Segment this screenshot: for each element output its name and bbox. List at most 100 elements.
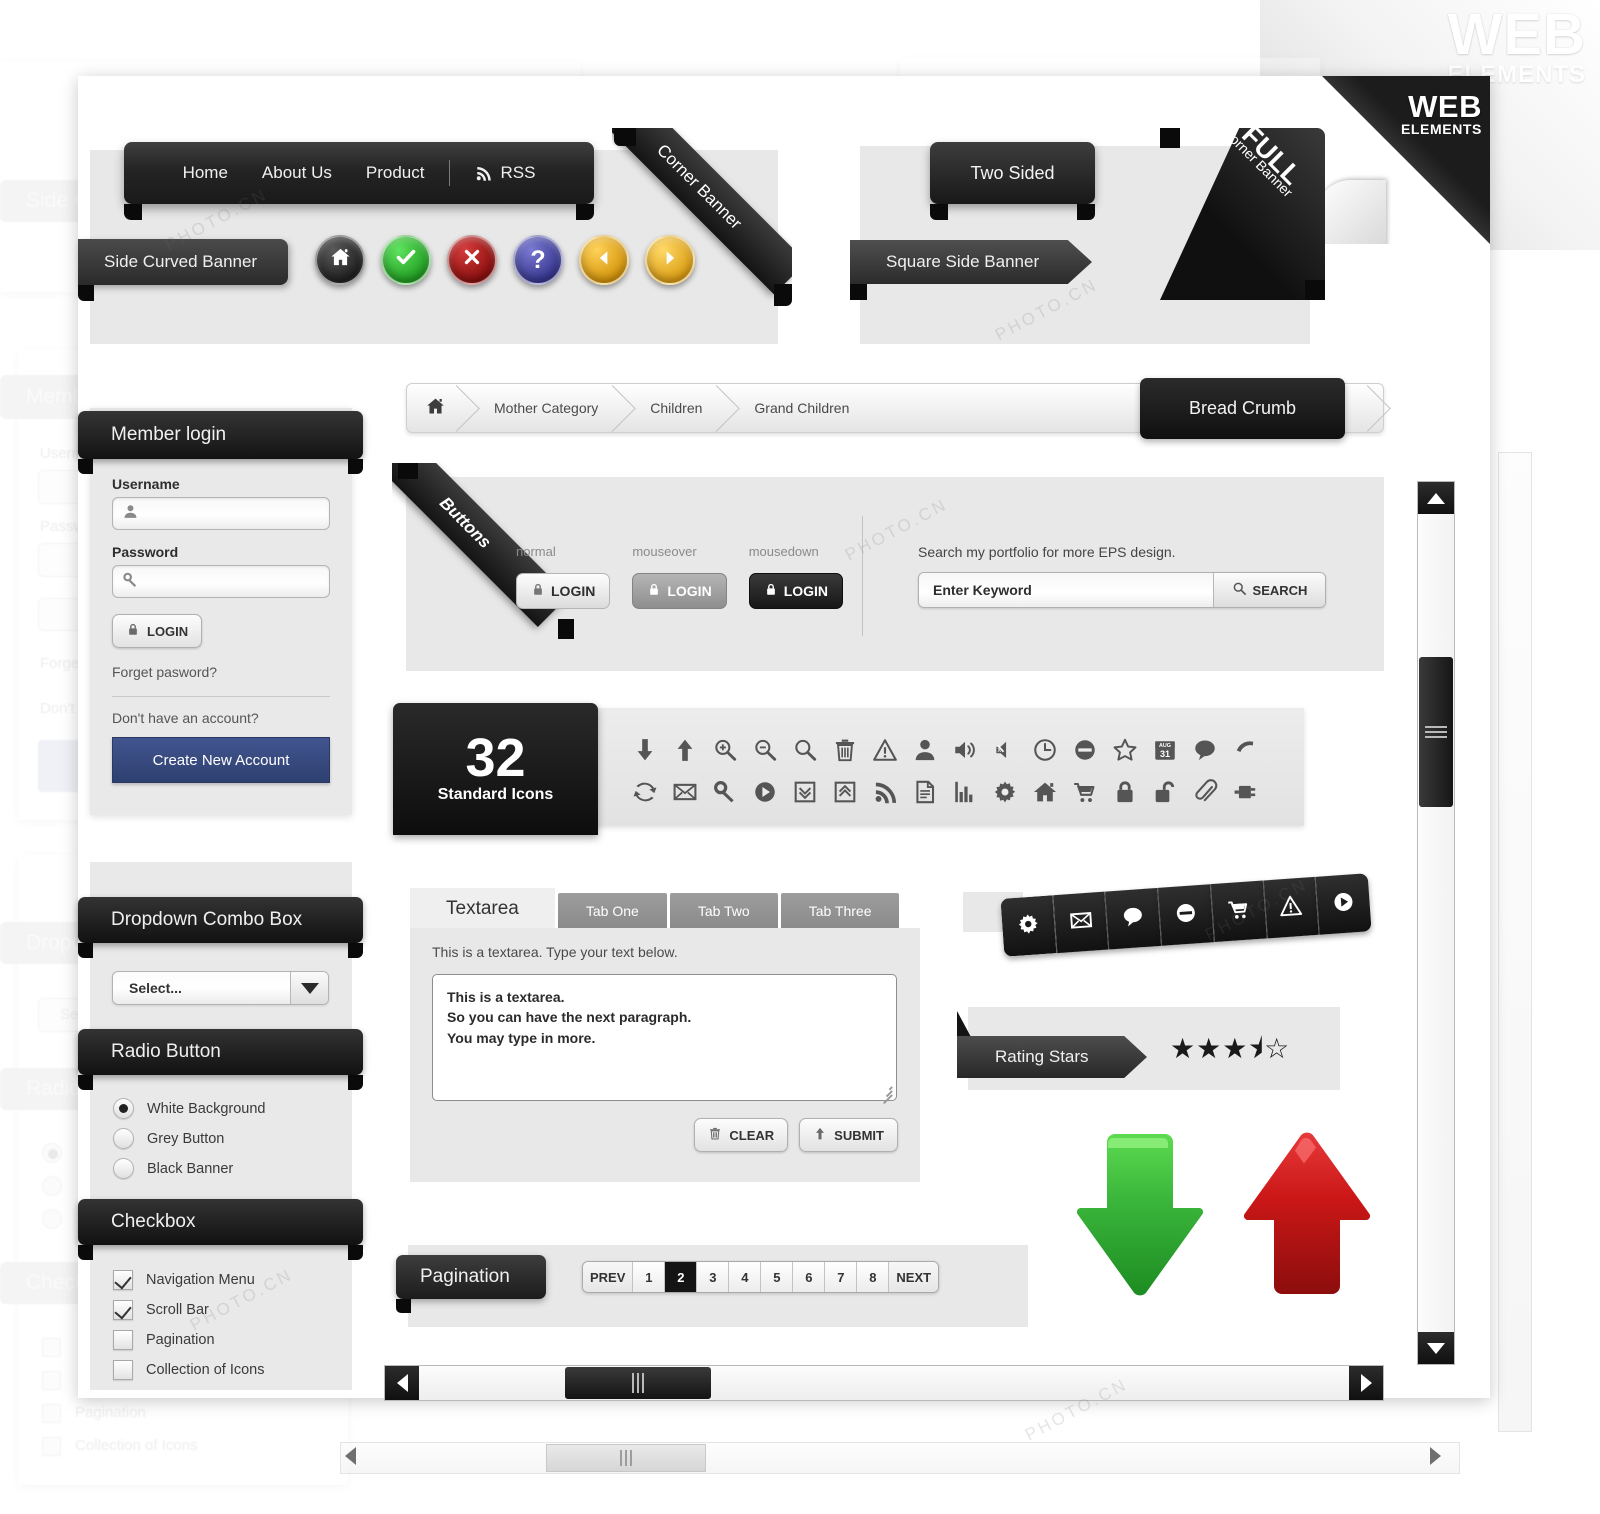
warning-icon[interactable] — [868, 735, 902, 765]
tab-bar[interactable]: Textarea Tab One Tab Two Tab Three — [410, 888, 900, 929]
pagination-page-3[interactable]: 3 — [697, 1262, 730, 1292]
pagination-control[interactable]: PREV 1 2 3 4 5 6 7 8 NEXT — [582, 1261, 940, 1293]
vertical-scrollbar[interactable] — [1417, 481, 1455, 1365]
login-button[interactable]: LOGIN — [112, 614, 203, 648]
envelope-icon[interactable] — [668, 777, 702, 807]
radio-indicator[interactable] — [113, 1158, 134, 1179]
chevron-down-icon[interactable] — [290, 972, 328, 1004]
arrow-up-icon[interactable] — [668, 735, 702, 765]
star-5-empty[interactable]: ☆ — [1264, 1035, 1289, 1063]
strip-mail-button[interactable] — [1053, 891, 1110, 954]
radio-indicator[interactable] — [113, 1128, 134, 1149]
breadcrumb-home[interactable] — [407, 384, 472, 432]
rss-icon[interactable] — [868, 777, 902, 807]
user-icon[interactable] — [908, 735, 942, 765]
trash-icon[interactable] — [828, 735, 862, 765]
nav-item-home[interactable]: Home — [166, 163, 245, 183]
key-icon[interactable] — [708, 777, 742, 807]
clear-button[interactable]: CLEAR — [694, 1118, 789, 1152]
scroll-left-button[interactable] — [385, 1366, 419, 1400]
radio-option-black-banner[interactable]: Black Banner — [113, 1158, 265, 1179]
strip-block-button[interactable] — [1158, 884, 1215, 946]
pagination-page-1[interactable]: 1 — [633, 1262, 666, 1292]
clock-icon[interactable] — [1028, 735, 1062, 765]
tab-three[interactable]: Tab Three — [780, 893, 900, 929]
pagination-page-4[interactable]: 4 — [729, 1262, 762, 1292]
login-button-mouseover[interactable]: LOGIN — [632, 573, 727, 609]
checkbox-indicator[interactable] — [113, 1330, 133, 1350]
submit-button[interactable]: SUBMIT — [799, 1118, 898, 1152]
password-input[interactable] — [112, 565, 330, 598]
star-4-half[interactable]: ⯨ — [1248, 1035, 1263, 1063]
download-arrow[interactable] — [1063, 1128, 1213, 1300]
vertical-scroll-thumb[interactable] — [1419, 657, 1453, 807]
star-1[interactable]: ★ — [1170, 1035, 1195, 1063]
username-input[interactable] — [112, 497, 330, 530]
checkbox-option-collection-of-icons[interactable]: Collection of Icons — [113, 1360, 264, 1380]
zoom-out-icon[interactable] — [748, 735, 782, 765]
checkbox-indicator[interactable] — [113, 1360, 133, 1380]
scroll-down-button[interactable] — [1418, 1332, 1454, 1364]
pagination-page-5[interactable]: 5 — [761, 1262, 794, 1292]
radio-indicator[interactable] — [113, 1098, 134, 1119]
pagination-page-2[interactable]: 2 — [665, 1262, 698, 1292]
star-3[interactable]: ★ — [1222, 1035, 1247, 1063]
strip-play-button[interactable] — [1315, 873, 1372, 935]
volume-mute-icon[interactable]: x — [988, 735, 1022, 765]
volume-on-icon[interactable] — [948, 735, 982, 765]
nav-item-product[interactable]: Product — [349, 163, 442, 183]
search-box[interactable]: Enter Keyword SEARCH — [918, 572, 1326, 608]
radio-option-grey-button[interactable]: Grey Button — [113, 1128, 265, 1149]
close-circle-button[interactable] — [447, 235, 497, 285]
document-icon[interactable] — [908, 777, 942, 807]
zoom-in-icon[interactable] — [708, 735, 742, 765]
radio-option-white-background[interactable]: White Background — [113, 1098, 265, 1119]
checkbox-option-scroll-bar[interactable]: Scroll Bar — [113, 1300, 264, 1320]
strip-cart-button[interactable] — [1210, 880, 1268, 943]
collapse-down-icon[interactable] — [788, 777, 822, 807]
phone-icon[interactable] — [1228, 735, 1262, 765]
tab-two[interactable]: Tab Two — [669, 893, 778, 929]
ghost-scroll-thumb[interactable] — [546, 1444, 706, 1472]
lock-open-icon[interactable] — [1148, 777, 1182, 807]
pagination-page-6[interactable]: 6 — [793, 1262, 826, 1292]
scroll-up-button[interactable] — [1418, 482, 1454, 514]
lock-closed-icon[interactable] — [1108, 777, 1142, 807]
checkbox-option-navigation-menu[interactable]: Navigation Menu — [113, 1270, 264, 1290]
gear-icon[interactable] — [988, 777, 1022, 807]
breadcrumb-item-children[interactable]: Children — [628, 384, 732, 432]
horizontal-scroll-thumb[interactable] — [565, 1367, 711, 1399]
pagination-next[interactable]: NEXT — [889, 1262, 939, 1292]
comment-icon[interactable] — [1188, 735, 1222, 765]
search-input[interactable]: Enter Keyword — [919, 573, 1213, 607]
star-outline-icon[interactable] — [1108, 735, 1142, 765]
tab-textarea[interactable]: Textarea — [410, 888, 555, 929]
refresh-icon[interactable] — [628, 777, 662, 807]
scroll-right-button[interactable] — [1349, 1366, 1383, 1400]
forgot-password-link[interactable]: Forget pasword? — [112, 664, 330, 680]
search-button[interactable]: SEARCH — [1213, 573, 1325, 607]
strip-comment-button[interactable] — [1105, 887, 1163, 950]
create-account-button[interactable]: Create New Account — [112, 737, 330, 783]
horizontal-scrollbar[interactable] — [384, 1365, 1384, 1401]
dropdown-select[interactable]: Select... — [112, 971, 329, 1005]
help-circle-button[interactable]: ? — [513, 235, 563, 285]
checkbox-indicator[interactable] — [113, 1270, 133, 1290]
tab-one[interactable]: Tab One — [557, 893, 667, 929]
rating-stars[interactable]: ★ ★ ★ ⯨ ☆ — [1170, 1035, 1289, 1063]
collapse-up-icon[interactable] — [828, 777, 862, 807]
login-button-mousedown[interactable]: LOGIN — [748, 573, 844, 609]
strip-gear-button[interactable] — [1000, 895, 1058, 957]
home-icon[interactable] — [1028, 777, 1062, 807]
top-navigation-bar[interactable]: Home About Us Product RSS — [124, 142, 594, 220]
paperclip-icon[interactable] — [1188, 777, 1222, 807]
pagination-page-7[interactable]: 7 — [825, 1262, 858, 1292]
arrow-down-icon[interactable] — [628, 735, 662, 765]
play-icon[interactable] — [748, 777, 782, 807]
nav-item-about[interactable]: About Us — [245, 163, 349, 183]
bar-chart-icon[interactable] — [948, 777, 982, 807]
checkbox-option-pagination[interactable]: Pagination — [113, 1330, 264, 1350]
checkbox-indicator[interactable] — [113, 1300, 133, 1320]
login-button-normal[interactable]: LOGIN — [516, 573, 611, 609]
block-icon[interactable] — [1068, 735, 1102, 765]
